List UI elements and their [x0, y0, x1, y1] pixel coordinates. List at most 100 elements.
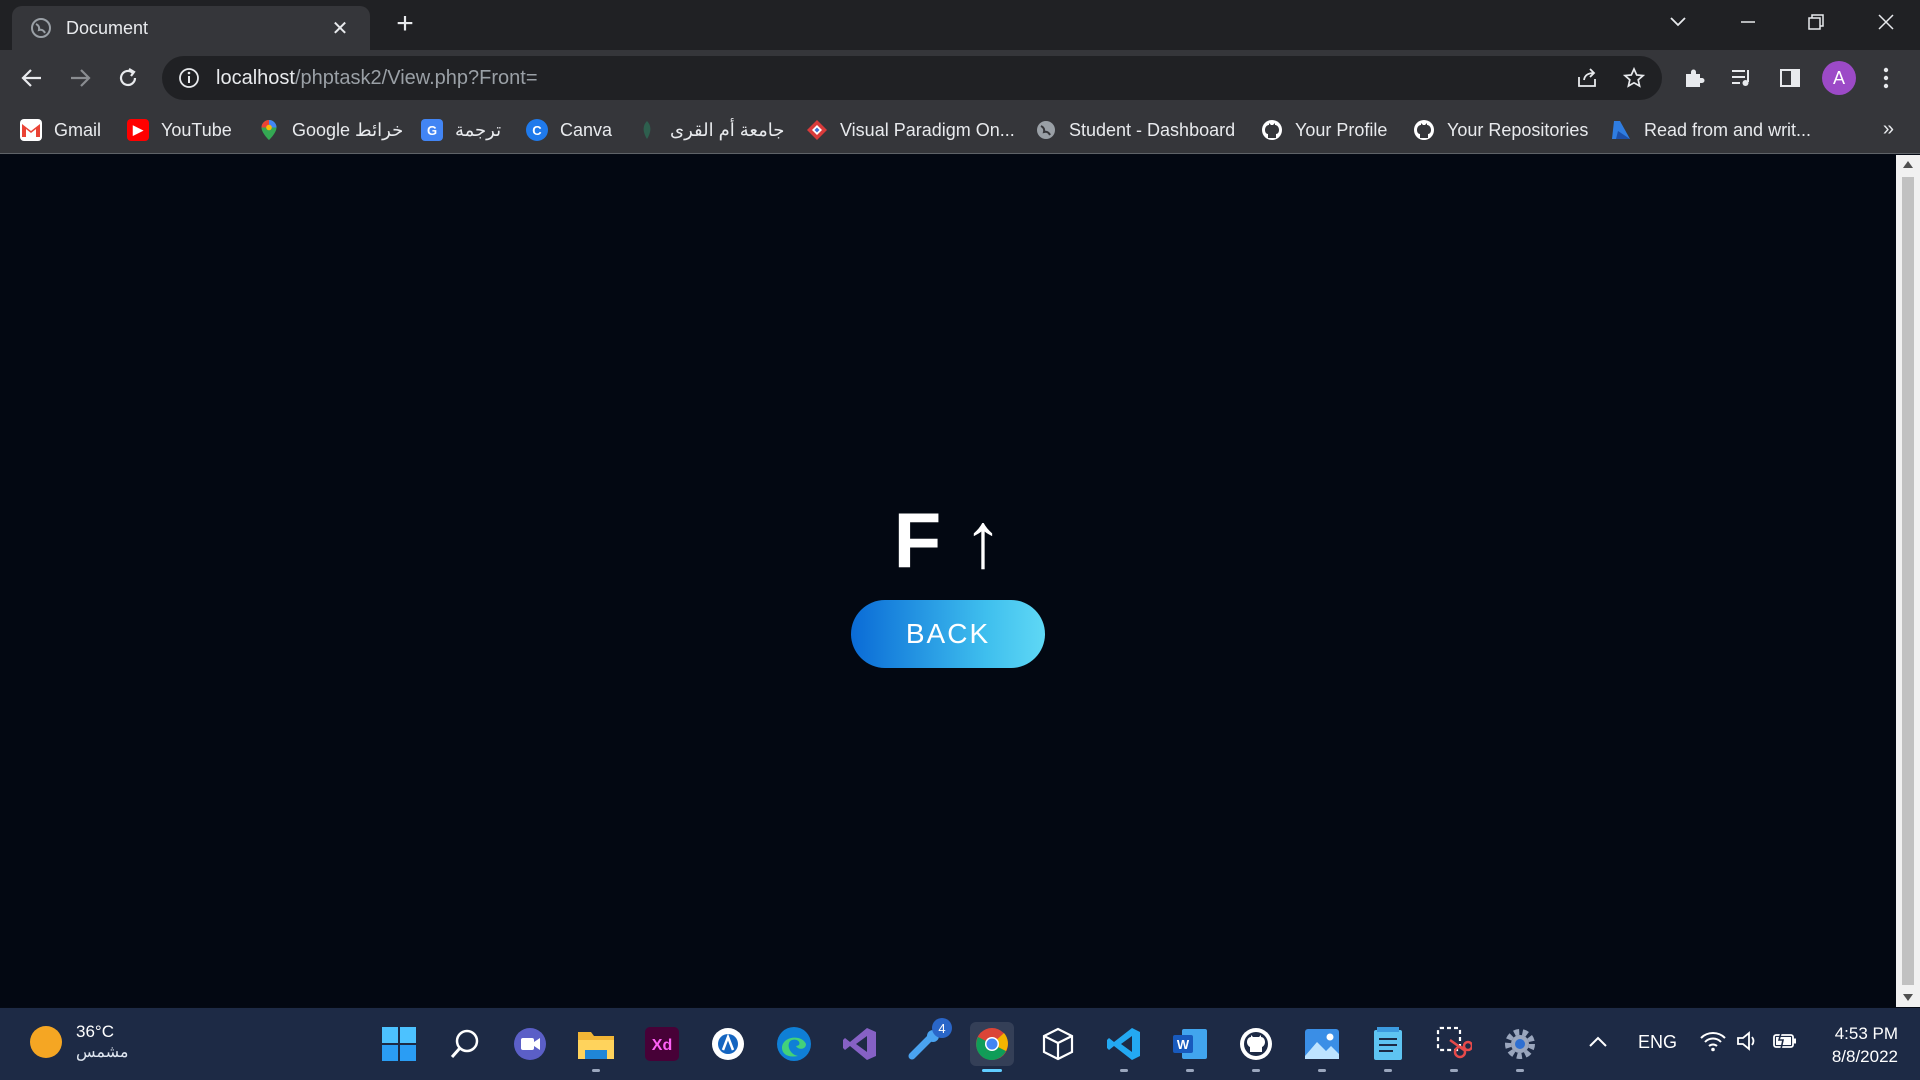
info-icon[interactable] — [178, 67, 200, 89]
bookmark-translate[interactable]: G ترجمة — [421, 114, 501, 146]
side-panel-icon — [1780, 69, 1800, 87]
reload-button[interactable] — [110, 60, 146, 96]
bookmark-label: Your Profile — [1295, 119, 1388, 140]
back-nav-button[interactable] — [14, 60, 50, 96]
bookmark-label: Your Repositories — [1447, 119, 1589, 140]
azure-icon — [1610, 119, 1632, 141]
bookmark-google-maps[interactable]: Google خرائط — [258, 114, 403, 146]
address-bar[interactable]: localhost/phptask2/View.php?Front= — [162, 56, 1662, 100]
clock-time: 4:53 PM — [1834, 1024, 1898, 1043]
bookmark-your-repositories[interactable]: Your Repositories — [1413, 114, 1588, 146]
new-tab-button[interactable]: + — [390, 9, 420, 40]
minimize-icon — [1741, 21, 1755, 23]
media-control-button[interactable] — [1724, 60, 1760, 96]
scroll-down-icon[interactable] — [1903, 994, 1913, 1001]
reload-icon — [119, 68, 137, 87]
bookmark-youtube[interactable]: ▶ YouTube — [127, 114, 232, 146]
taskbar-virtualbox[interactable] — [1036, 1022, 1080, 1066]
screen: Document ✕ + localhost/phptask2/View.php… — [0, 0, 1920, 1080]
virtualbox-icon — [1042, 1027, 1074, 1061]
sun-icon — [30, 1026, 62, 1058]
minimize-button[interactable] — [1720, 0, 1776, 44]
close-window-button[interactable] — [1858, 0, 1914, 44]
extensions-button[interactable] — [1676, 60, 1712, 96]
system-clock[interactable]: 4:53 PM 8/8/2022 — [1832, 1022, 1898, 1068]
scrollbar-thumb[interactable] — [1902, 177, 1914, 985]
chrome-icon — [976, 1028, 1008, 1061]
taskbar-photos[interactable] — [1300, 1022, 1344, 1072]
visual-paradigm-icon — [806, 119, 828, 141]
share-button[interactable] — [1569, 60, 1605, 96]
taskbar-notepad[interactable] — [1366, 1022, 1410, 1072]
close-tab-icon[interactable]: ✕ — [328, 16, 352, 41]
taskbar-visual-studio[interactable] — [838, 1022, 882, 1066]
canva-icon: C — [526, 119, 548, 141]
volume-icon[interactable] — [1736, 1030, 1760, 1057]
windows-start-icon — [382, 1027, 416, 1061]
app-icon — [712, 1028, 744, 1060]
running-indicator — [592, 1069, 600, 1072]
taskbar-snipping-tool[interactable] — [1432, 1022, 1476, 1072]
taskbar-app[interactable] — [706, 1022, 750, 1066]
running-indicator — [1516, 1069, 1524, 1072]
google-maps-icon — [258, 119, 280, 141]
taskbar-settings[interactable] — [1498, 1022, 1542, 1072]
bookmark-star-button[interactable] — [1616, 60, 1652, 96]
bookmarks-bar: Gmail ▶ YouTube Google خرائط G ترجمة C C… — [0, 106, 1920, 154]
restore-button[interactable] — [1788, 0, 1844, 44]
taskbar-edge[interactable] — [772, 1022, 816, 1066]
arrow-up-icon: ↑ — [963, 496, 1003, 584]
playlist-icon — [1732, 70, 1749, 86]
share-icon — [1578, 68, 1596, 87]
weather-text: 36°C مشمس — [76, 1022, 129, 1062]
page-viewport: F ↑ BACK — [0, 155, 1896, 1007]
weather-widget[interactable]: 36°C مشمس — [30, 1022, 129, 1062]
taskbar-teams[interactable] — [508, 1022, 552, 1066]
language-indicator[interactable]: ENG — [1638, 1032, 1677, 1053]
taskbar-chrome[interactable] — [970, 1022, 1014, 1072]
word-icon: W — [1173, 1029, 1207, 1059]
running-indicator — [1450, 1069, 1458, 1072]
bookmark-visual-paradigm[interactable]: Visual Paradigm On... — [806, 114, 1015, 146]
bookmark-student-dashboard[interactable]: Student - Dashboard — [1035, 114, 1235, 146]
taskbar-steam[interactable]: 4 — [904, 1018, 952, 1066]
battery-icon[interactable] — [1772, 1030, 1798, 1057]
google-translate-icon: G — [421, 119, 443, 141]
bookmark-canva[interactable]: C Canva — [526, 114, 612, 146]
puzzle-icon — [1686, 69, 1705, 87]
forward-nav-button[interactable] — [62, 60, 98, 96]
taskbar-github-desktop[interactable] — [1234, 1022, 1278, 1072]
start-button[interactable] — [377, 1022, 421, 1066]
gmail-icon — [20, 119, 42, 141]
bookmark-your-profile[interactable]: Your Profile — [1261, 114, 1387, 146]
scroll-up-icon[interactable] — [1903, 161, 1913, 168]
back-button[interactable]: BACK — [851, 600, 1045, 668]
snipping-tool-icon — [1436, 1026, 1472, 1059]
chrome-menu-button[interactable] — [1868, 60, 1904, 96]
vertical-scrollbar[interactable] — [1896, 155, 1920, 1007]
taskbar-adobe-xd[interactable]: Xd — [640, 1022, 684, 1066]
side-panel-button[interactable] — [1772, 60, 1808, 96]
adobe-xd-icon: Xd — [645, 1027, 679, 1061]
browser-tab[interactable]: Document ✕ — [12, 6, 370, 50]
bookmark-label: Gmail — [54, 119, 102, 140]
search-button[interactable] — [443, 1022, 487, 1066]
tab-search-button[interactable] — [1650, 0, 1706, 44]
more-bookmarks-icon[interactable]: » — [1883, 118, 1894, 141]
taskbar-word[interactable]: W — [1168, 1022, 1212, 1072]
taskbar-vscode[interactable] — [1102, 1022, 1146, 1072]
url-host: localhost — [216, 66, 295, 89]
notification-badge: 4 — [932, 1018, 952, 1038]
show-hidden-icons-button[interactable] — [1588, 1032, 1608, 1053]
youtube-icon: ▶ — [127, 119, 149, 141]
arrow-right-icon — [71, 69, 91, 87]
star-icon — [1623, 67, 1645, 88]
bookmark-gmail[interactable]: Gmail — [20, 114, 101, 146]
profile-avatar[interactable]: A — [1822, 61, 1856, 95]
globe-icon — [31, 18, 51, 38]
taskbar-file-explorer[interactable] — [574, 1022, 618, 1072]
wifi-icon[interactable] — [1700, 1030, 1726, 1057]
bookmark-read-from-and-write[interactable]: Read from and writ... — [1610, 114, 1811, 146]
weather-condition: مشمس — [76, 1044, 129, 1061]
bookmark-university[interactable]: جامعة أم القرى — [636, 114, 784, 146]
